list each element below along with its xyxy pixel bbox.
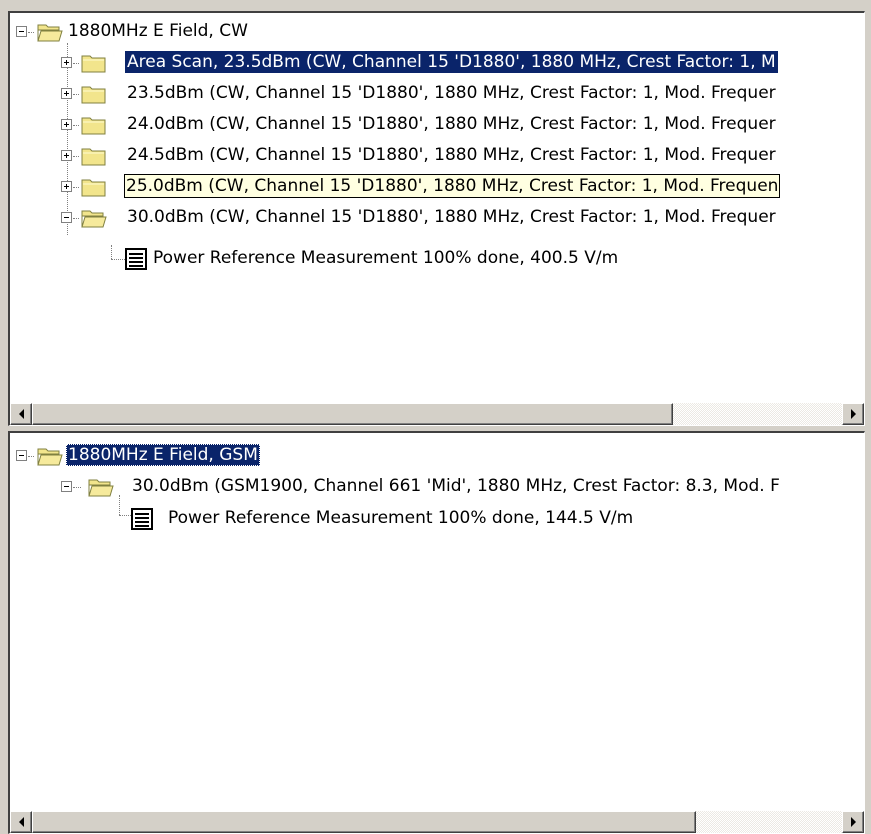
- tree-node-label: 25.0dBm (CW, Channel 15 'D1880', 1880 MH…: [124, 174, 781, 198]
- collapse-icon[interactable]: [61, 212, 72, 223]
- tree-node-area-scan[interactable]: Area Scan, 23.5dBm (CW, Channel 15 'D188…: [10, 48, 864, 79]
- folder-closed-icon: [81, 52, 107, 74]
- tree-node-30-0dbm-gsm[interactable]: 30.0dBm (GSM1900, Channel 661 'Mid', 188…: [10, 472, 864, 503]
- scroll-left-button[interactable]: [10, 403, 32, 425]
- tree-connector: [73, 125, 79, 127]
- tree-connector: [73, 63, 79, 65]
- tree-node-label: 23.5dBm (CW, Channel 15 'D1880', 1880 MH…: [127, 83, 776, 103]
- tree-connector: [73, 156, 79, 158]
- horizontal-scrollbar[interactable]: [10, 403, 864, 425]
- tree-node-24-0dbm[interactable]: 24.0dBm (CW, Channel 15 'D1880', 1880 MH…: [10, 110, 864, 141]
- scroll-thumb[interactable]: [32, 811, 696, 833]
- scroll-right-button[interactable]: [842, 811, 864, 833]
- collapse-icon[interactable]: [16, 26, 27, 37]
- folder-closed-icon: [81, 145, 107, 167]
- tree-node-24-5dbm[interactable]: 24.5dBm (CW, Channel 15 'D1880', 1880 MH…: [10, 141, 864, 172]
- folder-open-icon: [37, 445, 63, 467]
- tree-node-root[interactable]: 1880MHz E Field, CW: [10, 17, 864, 48]
- tree-node-label: 30.0dBm (CW, Channel 15 'D1880', 1880 MH…: [127, 207, 776, 227]
- tree-node-label: 1880MHz E Field, CW: [68, 21, 248, 41]
- tree-node-label: 24.5dBm (CW, Channel 15 'D1880', 1880 MH…: [127, 145, 776, 165]
- tree-connector: [73, 187, 79, 189]
- tree-node-23-5dbm[interactable]: 23.5dBm (CW, Channel 15 'D1880', 1880 MH…: [10, 79, 864, 110]
- measurement-tree-gsm[interactable]: 1880MHz E Field, GSM 30.0dBm (GSM1900, C…: [8, 431, 865, 834]
- folder-open-icon: [37, 21, 63, 43]
- tree-connector: [28, 456, 34, 458]
- arrow-right-icon: [850, 409, 856, 419]
- tree-node-root[interactable]: 1880MHz E Field, GSM: [10, 441, 864, 472]
- folder-open-icon: [81, 207, 107, 229]
- tree-node-label: Power Reference Measurement 100% done, 4…: [153, 248, 619, 268]
- arrow-left-icon: [18, 409, 24, 419]
- tree-node-label: 24.0dBm (CW, Channel 15 'D1880', 1880 MH…: [127, 114, 776, 134]
- scroll-thumb[interactable]: [32, 403, 673, 425]
- tree-connector: [73, 218, 79, 220]
- arrow-left-icon: [18, 817, 24, 827]
- tree-node-label: 30.0dBm (GSM1900, Channel 661 'Mid', 188…: [132, 476, 780, 496]
- horizontal-scrollbar[interactable]: [10, 811, 864, 833]
- collapse-icon[interactable]: [61, 481, 72, 492]
- tree-connector: [73, 94, 79, 96]
- tree-connector: [73, 487, 81, 489]
- tree-node-power-reference[interactable]: Power Reference Measurement 100% done, 4…: [10, 244, 864, 275]
- collapse-icon[interactable]: [16, 450, 27, 461]
- measurement-tree-cw[interactable]: 1880MHz E Field, CW Area Scan, 23.5dBm (…: [8, 11, 865, 426]
- tree-node-30-0dbm[interactable]: 30.0dBm (CW, Channel 15 'D1880', 1880 MH…: [10, 203, 864, 234]
- arrow-right-icon: [850, 817, 856, 827]
- expand-icon[interactable]: [61, 181, 72, 192]
- tree-connector: [28, 32, 34, 34]
- expand-icon[interactable]: [61, 119, 72, 130]
- folder-closed-icon: [81, 176, 107, 198]
- expand-icon[interactable]: [61, 88, 72, 99]
- tree-view-cw[interactable]: 1880MHz E Field, CW Area Scan, 23.5dBm (…: [10, 13, 864, 403]
- folder-open-icon: [88, 476, 114, 498]
- tree-node-25-0dbm[interactable]: 25.0dBm (CW, Channel 15 'D1880', 1880 MH…: [10, 172, 864, 203]
- expand-icon[interactable]: [61, 150, 72, 161]
- scroll-track[interactable]: [32, 811, 842, 833]
- measurement-icon: [131, 508, 153, 530]
- tree-view-gsm[interactable]: 1880MHz E Field, GSM 30.0dBm (GSM1900, C…: [10, 433, 864, 811]
- tree-node-label: Power Reference Measurement 100% done, 1…: [168, 508, 634, 528]
- measurement-icon: [125, 248, 147, 270]
- folder-closed-icon: [81, 114, 107, 136]
- tree-node-power-reference[interactable]: Power Reference Measurement 100% done, 1…: [10, 504, 864, 535]
- tree-node-label: 1880MHz E Field, GSM: [66, 444, 260, 466]
- expand-icon[interactable]: [61, 57, 72, 68]
- scroll-right-button[interactable]: [842, 403, 864, 425]
- folder-closed-icon: [81, 83, 107, 105]
- scroll-left-button[interactable]: [10, 811, 32, 833]
- tree-node-label: Area Scan, 23.5dBm (CW, Channel 15 'D188…: [125, 51, 778, 73]
- scroll-track[interactable]: [32, 403, 842, 425]
